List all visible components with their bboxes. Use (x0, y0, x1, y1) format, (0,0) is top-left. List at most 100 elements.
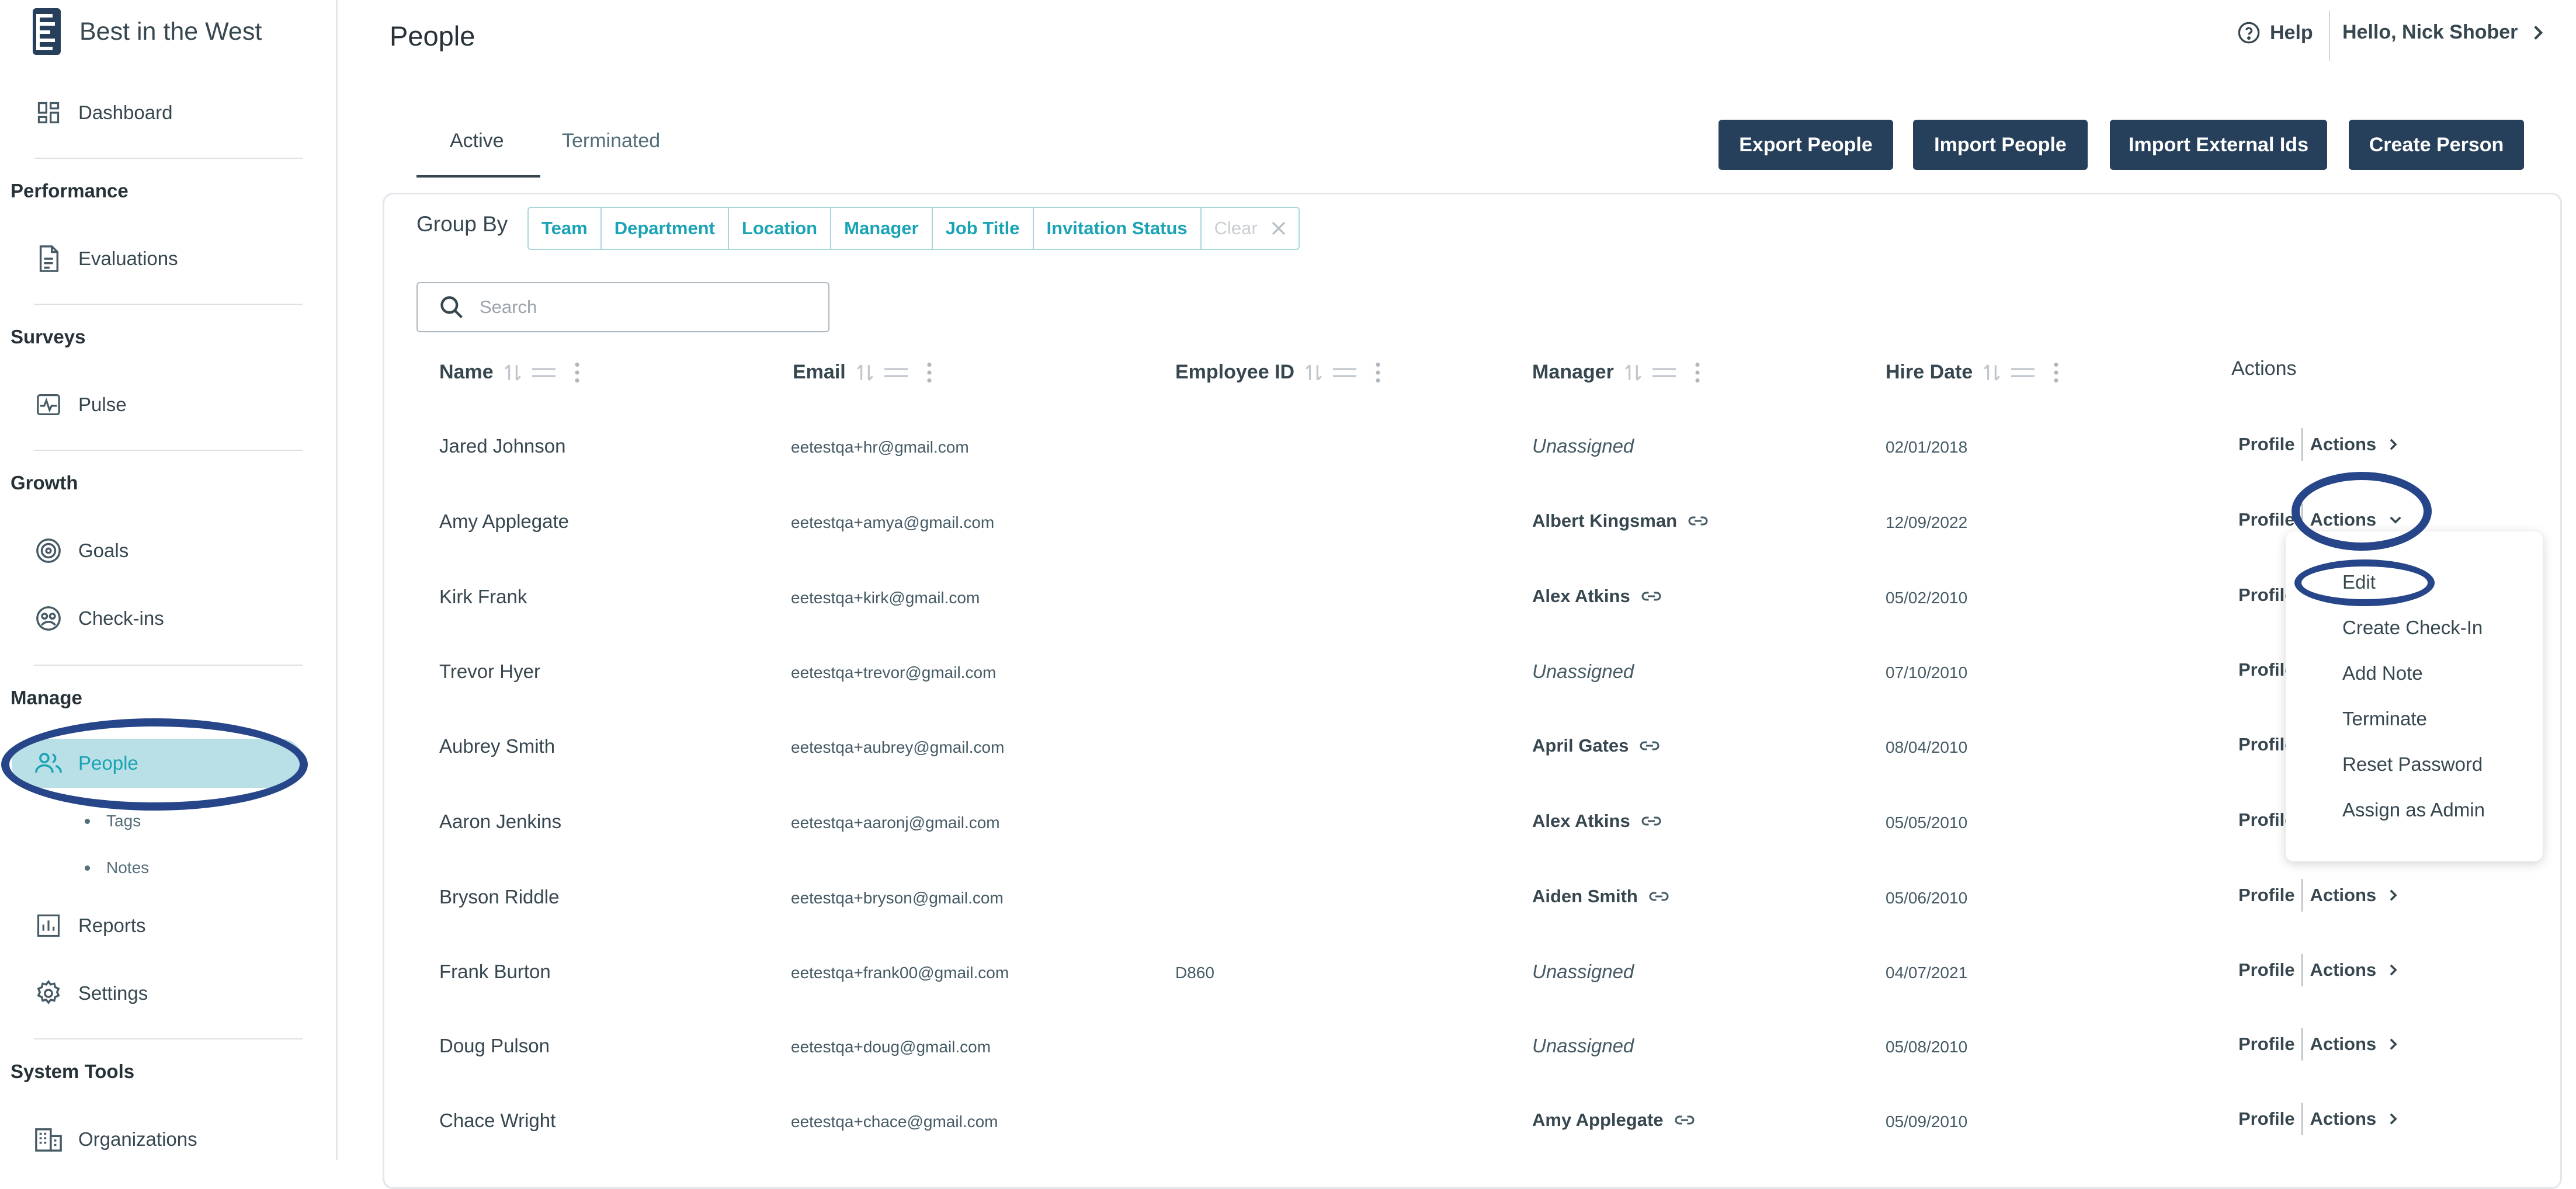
group-by-location[interactable]: Location (729, 208, 832, 249)
cell-manager[interactable]: April Gates (1532, 735, 1660, 756)
column-drag-icon[interactable] (1332, 366, 1358, 380)
sort-icon[interactable] (1623, 363, 1643, 383)
tab-terminated[interactable]: Terminated (562, 130, 660, 152)
cell-hire-date: 07/10/2010 (1886, 663, 1968, 682)
cell-manager: Unassigned (1532, 1035, 1634, 1056)
group-by-department[interactable]: Department (602, 208, 729, 249)
help-label: Help (2270, 21, 2313, 44)
divider (34, 158, 303, 159)
sidebar-subitem-tags[interactable]: Tags (85, 812, 141, 830)
sidebar-item-goals[interactable]: Goals (34, 530, 129, 571)
profile-link[interactable]: Profile (2238, 509, 2294, 530)
column-drag-icon[interactable] (2010, 366, 2036, 380)
export-people-button[interactable]: Export People (1719, 120, 1893, 170)
section-surveys: Surveys (11, 326, 86, 347)
column-header-hire-date[interactable]: Hire Date (1886, 361, 2059, 384)
sidebar-item-evaluations[interactable]: Evaluations (34, 238, 178, 279)
column-drag-icon[interactable] (883, 366, 909, 380)
sidebar-item-checkins[interactable]: Check-ins (34, 598, 164, 639)
group-by-clear-button[interactable]: Clear (1202, 208, 1299, 249)
menu-item-edit[interactable]: Edit (2342, 571, 2376, 593)
help-link[interactable]: Help (2237, 21, 2313, 44)
app-title: Best in the West (79, 17, 262, 46)
cell-hire-date: 05/05/2010 (1886, 813, 1968, 832)
cell-manager[interactable]: Alex Atkins (1532, 586, 1662, 607)
import-external-ids-button[interactable]: Import External Ids (2110, 120, 2327, 170)
column-header-email[interactable]: Email (793, 361, 932, 384)
group-by-team[interactable]: Team (529, 208, 602, 249)
column-menu-icon[interactable] (1375, 362, 1381, 383)
sidebar-subitem-notes[interactable]: Notes (85, 858, 149, 877)
search-input[interactable] (478, 296, 808, 318)
menu-item-create-check-in[interactable]: Create Check-In (2342, 617, 2483, 639)
section-performance: Performance (11, 180, 129, 201)
sort-icon[interactable] (1304, 363, 1324, 383)
column-header-label: Manager (1532, 361, 1614, 383)
cell-manager[interactable]: Aiden Smith (1532, 886, 1669, 907)
profile-link[interactable]: Profile (2238, 885, 2294, 906)
profile-link[interactable]: Profile (2238, 1034, 2294, 1055)
cell-email: eetestqa+kirk@gmail.com (791, 589, 980, 607)
actions-toggle[interactable]: Actions (2310, 434, 2397, 455)
actions-toggle[interactable]: Actions (2310, 1034, 2397, 1055)
sort-icon[interactable] (503, 363, 523, 383)
actions-toggle[interactable]: Actions (2310, 509, 2402, 530)
cell-manager[interactable]: Amy Applegate (1532, 1110, 1695, 1131)
cell-manager[interactable]: Albert Kingsman (1532, 510, 1709, 531)
group-by-label: Group By (416, 212, 508, 236)
brand[interactable]: Best in the West (29, 7, 262, 56)
actions-toggle[interactable]: Actions (2310, 1108, 2397, 1129)
sidebar-item-settings[interactable]: Settings (34, 973, 148, 1014)
manager-name: Alex Atkins (1532, 586, 1630, 606)
manager-name: Alex Atkins (1532, 811, 1630, 831)
cell-name: Kirk Frank (439, 586, 527, 607)
sidebar-item-label: Evaluations (78, 248, 178, 269)
link-icon (1640, 741, 1660, 750)
column-menu-icon[interactable] (926, 362, 932, 383)
sidebar-item-people[interactable]: People (34, 743, 138, 784)
sidebar-item-reports[interactable]: Reports (34, 905, 146, 946)
cell-name: Chace Wright (439, 1110, 556, 1131)
sort-icon[interactable] (1982, 363, 2002, 383)
row-actions: Profile Actions (2238, 1028, 2397, 1061)
cell-manager[interactable]: Alex Atkins (1532, 811, 1662, 832)
tab-active[interactable]: Active (450, 130, 504, 152)
sidebar-item-label: Check-ins (78, 607, 164, 629)
menu-item-terminate[interactable]: Terminate (2342, 708, 2427, 730)
column-header-manager[interactable]: Manager (1532, 361, 1700, 384)
user-menu[interactable]: Hello, Nick Shober (2342, 21, 2543, 44)
profile-link[interactable]: Profile (2238, 434, 2294, 455)
profile-link[interactable]: Profile (2238, 959, 2294, 981)
menu-item-add-note[interactable]: Add Note (2342, 662, 2423, 684)
column-menu-icon[interactable] (1695, 362, 1700, 383)
sidebar-item-pulse[interactable]: Pulse (34, 384, 127, 425)
search-box[interactable] (416, 282, 829, 332)
create-person-button[interactable]: Create Person (2349, 120, 2524, 170)
column-header-employee-id[interactable]: Employee ID (1175, 361, 1381, 384)
sidebar-item-label: Pulse (78, 394, 127, 415)
group-by-job-title[interactable]: Job Title (933, 208, 1034, 249)
group-by-manager[interactable]: Manager (831, 208, 933, 249)
section-manage: Manage (11, 687, 82, 708)
action-divider (2301, 428, 2303, 461)
menu-item-assign-as-admin[interactable]: Assign as Admin (2342, 799, 2485, 821)
actions-toggle[interactable]: Actions (2310, 959, 2397, 981)
column-drag-icon[interactable] (1651, 366, 1677, 380)
column-drag-icon[interactable] (531, 366, 557, 380)
column-header-name[interactable]: Name (439, 361, 580, 384)
cell-hire-date: 05/02/2010 (1886, 589, 1968, 607)
column-menu-icon[interactable] (2053, 362, 2059, 383)
actions-label: Actions (2310, 1034, 2377, 1054)
menu-item-reset-password[interactable]: Reset Password (2342, 753, 2483, 776)
import-people-button[interactable]: Import People (1913, 120, 2088, 170)
column-menu-icon[interactable] (574, 362, 580, 383)
sidebar-item-dashboard[interactable]: Dashboard (34, 92, 172, 133)
actions-label: Actions (2310, 434, 2377, 454)
chevron-right-icon (2390, 439, 2397, 450)
header-divider (2329, 11, 2330, 61)
actions-toggle[interactable]: Actions (2310, 885, 2397, 906)
sort-icon[interactable] (855, 363, 875, 383)
sidebar-item-organizations[interactable]: Organizations (34, 1119, 197, 1160)
profile-link[interactable]: Profile (2238, 1108, 2294, 1129)
group-by-invitation-status[interactable]: Invitation Status (1034, 208, 1202, 249)
